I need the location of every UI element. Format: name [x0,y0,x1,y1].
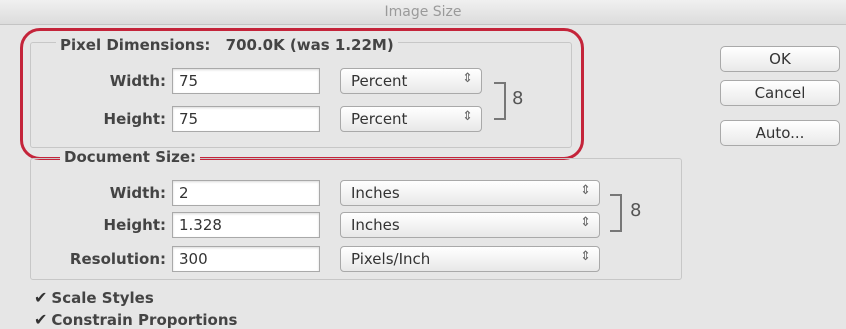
up-down-arrows-icon: ⇕ [580,215,591,230]
title-bar: Image Size [0,0,846,25]
doc-width-unit-select[interactable]: Inches ⇕ [340,180,600,206]
window-title: Image Size [384,4,462,20]
checkmark-icon: ✔ [34,310,48,329]
up-down-arrows-icon: ⇕ [580,249,591,264]
constrain-proportions-label: Constrain Proportions [51,311,238,329]
resolution-unit-value: Pixels/Inch [351,250,431,268]
resolution-input[interactable]: 300 [172,246,320,272]
doc-height-unit-select[interactable]: Inches ⇕ [340,212,600,238]
cancel-button[interactable]: Cancel [720,80,840,106]
doc-height-unit-value: Inches [351,216,400,234]
scale-styles-checkbox[interactable]: ✔ Scale Styles [34,288,154,307]
resolution-unit-select[interactable]: Pixels/Inch ⇕ [340,246,600,272]
doc-link-bracket [610,194,622,232]
checkmark-icon: ✔ [34,288,48,307]
doc-height-input[interactable]: 1.328 [172,212,320,238]
up-down-arrows-icon: ⇕ [580,183,591,198]
doc-width-label: Width: [109,184,166,202]
chain-link-icon: 8 [630,200,642,221]
ok-button[interactable]: OK [720,46,840,72]
doc-height-label: Height: [103,216,166,234]
highlight-outline [20,28,584,160]
doc-width-input[interactable]: 2 [172,180,320,206]
auto-button[interactable]: Auto... [720,120,840,146]
resolution-label: Resolution: [69,250,166,268]
document-size-legend: Document Size: [60,148,201,166]
constrain-proportions-checkbox[interactable]: ✔ Constrain Proportions [34,310,237,329]
doc-width-unit-value: Inches [351,184,400,202]
scale-styles-label: Scale Styles [51,289,154,307]
